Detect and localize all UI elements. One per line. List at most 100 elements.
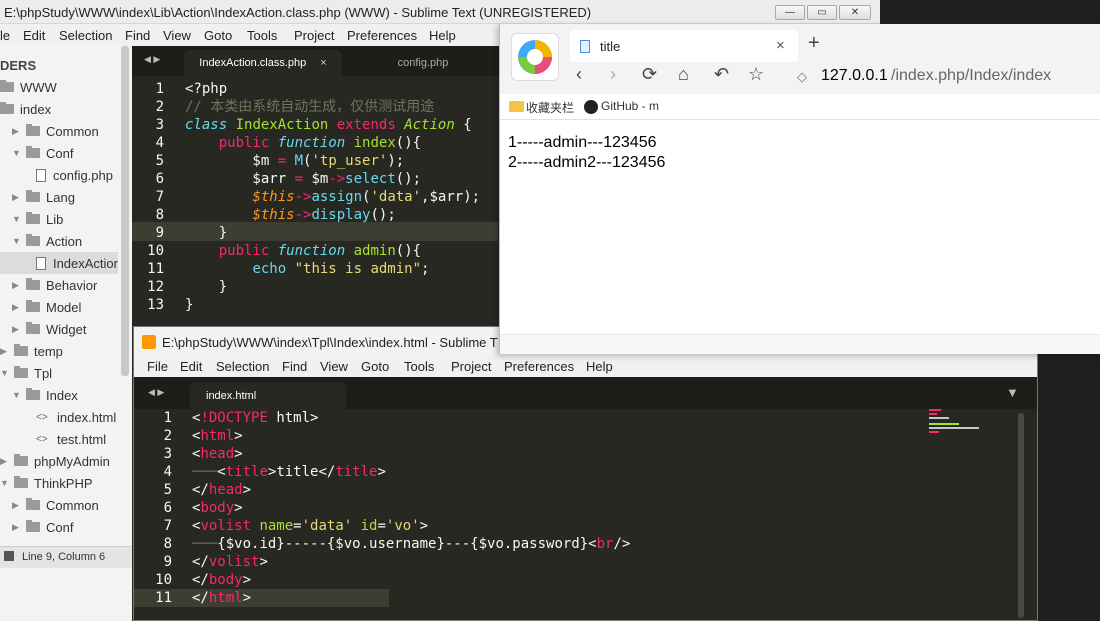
- chevron-right-icon: ▶: [12, 279, 19, 290]
- menu-project[interactable]: Project: [294, 28, 334, 43]
- forward-icon[interactable]: ›: [610, 64, 616, 85]
- minimap[interactable]: [929, 409, 984, 439]
- favorite-star-icon[interactable]: ☆: [748, 64, 764, 85]
- menu-tools[interactable]: Tools: [247, 28, 277, 43]
- chevron-down-icon: ▼: [0, 478, 9, 488]
- chevron-right-icon: ▶: [12, 125, 19, 136]
- php-code[interactable]: <?php // 本类由系统自动生成，仅供测试用途 class IndexAct…: [185, 80, 498, 320]
- folder-icon: [26, 498, 40, 510]
- tree-www[interactable]: WWW: [0, 76, 57, 98]
- tree-thinkphp[interactable]: ▼ ThinkPHP: [0, 472, 93, 494]
- tree-model[interactable]: ▶ Model: [12, 296, 81, 318]
- code-line: <!DOCTYPE html>: [192, 410, 319, 426]
- tree-tpl-index[interactable]: ▼ Index: [12, 384, 78, 406]
- menu-file[interactable]: le: [0, 28, 10, 43]
- tree-common[interactable]: ▶ Common: [12, 120, 99, 142]
- code-line: $this->display();: [252, 207, 396, 223]
- tree-indexaction[interactable]: IndexActior: [0, 252, 118, 274]
- url-path: /index.php/Index/index: [891, 67, 1052, 84]
- chevron-right-icon: ▶: [0, 455, 7, 466]
- menu-project[interactable]: Project: [451, 359, 491, 374]
- menu-help[interactable]: Help: [586, 359, 613, 374]
- tree-lib[interactable]: ▼ Lib: [12, 208, 63, 230]
- tab-indexaction[interactable]: IndexAction.class.php ×: [184, 50, 342, 76]
- tree-conf[interactable]: ▼ Conf: [12, 142, 73, 164]
- tree-tpl[interactable]: ▼ Tpl: [0, 362, 52, 384]
- menu-file[interactable]: File: [147, 359, 168, 374]
- folder-icon: [26, 300, 40, 312]
- refresh-icon[interactable]: ⟳: [642, 64, 657, 85]
- minimize-button[interactable]: —: [775, 5, 805, 20]
- result-row: 1-----admin---123456: [508, 134, 657, 151]
- folder-icon: [26, 388, 40, 400]
- menu-preferences[interactable]: Preferences: [504, 359, 574, 374]
- browser-tab[interactable]: title ×: [570, 30, 798, 62]
- undo-icon[interactable]: ↶: [714, 64, 729, 85]
- bookmarks-bar: 收藏夹栏 GitHub - m: [500, 94, 1100, 120]
- menu-goto[interactable]: Goto: [204, 28, 232, 43]
- menu-goto[interactable]: Goto: [361, 359, 389, 374]
- tree-temp[interactable]: ▶ temp: [0, 340, 63, 362]
- code-line: ───{$vo.id}-----{$vo.username}---{$vo.pa…: [192, 536, 631, 552]
- code-line: public function index(){: [218, 135, 422, 151]
- menu-find[interactable]: Find: [282, 359, 307, 374]
- html-code[interactable]: <!DOCTYPE html> <html> <head> ───<title>…: [192, 409, 932, 609]
- tab-config[interactable]: config.php: [348, 50, 498, 76]
- tab-close-icon[interactable]: ×: [776, 37, 785, 54]
- panel-toggle-icon[interactable]: [4, 551, 14, 561]
- tab-nav-arrows-icon[interactable]: ◀ ▶: [148, 387, 164, 398]
- tree-thinkphp-conf[interactable]: ▶ Conf: [12, 516, 73, 538]
- window-title: E:\phpStudy\WWW\index\Tpl\Index\index.ht…: [162, 335, 498, 350]
- menu-find[interactable]: Find: [125, 28, 150, 43]
- menu-selection[interactable]: Selection: [216, 359, 269, 374]
- code-line: // 本类由系统自动生成，仅供测试用途: [185, 99, 435, 115]
- menu-tools[interactable]: Tools: [404, 359, 434, 374]
- chevron-down-icon: ▼: [0, 368, 9, 378]
- sublime-logo-icon: [142, 335, 156, 349]
- back-icon[interactable]: ‹: [576, 64, 582, 85]
- tree-config-php[interactable]: config.php: [36, 164, 113, 186]
- menu-view[interactable]: View: [320, 359, 348, 374]
- tree-index-html[interactable]: <> index.html: [36, 406, 116, 428]
- code-line: <head>: [192, 446, 243, 462]
- close-button[interactable]: ✕: [839, 5, 871, 20]
- menu-edit[interactable]: Edit: [180, 359, 202, 374]
- tab-nav-arrows-icon[interactable]: ◀ ▶: [144, 54, 160, 65]
- tab-index-html[interactable]: index.html: [190, 382, 346, 409]
- tab-close-icon[interactable]: ×: [320, 57, 326, 69]
- chevron-right-icon: ▶: [12, 301, 19, 312]
- code-line: echo "this is admin";: [252, 261, 430, 277]
- folder-icon: [26, 278, 40, 290]
- address-bar[interactable]: ◇ 127.0.0.1 /index.php/Index/index: [785, 64, 1100, 90]
- tree-thinkphp-common[interactable]: ▶ Common: [12, 494, 99, 516]
- tree-action[interactable]: ▼ Action: [12, 230, 82, 252]
- menu-view[interactable]: View: [163, 28, 191, 43]
- title-bar: E:\phpStudy\WWW\index\Lib\Action\IndexAc…: [0, 0, 880, 24]
- tree-test-html[interactable]: <> test.html: [36, 428, 106, 450]
- tree-lang[interactable]: ▶ Lang: [12, 186, 75, 208]
- tree-widget[interactable]: ▶ Widget: [12, 318, 86, 340]
- vertical-scrollbar[interactable]: [1018, 413, 1024, 618]
- folder-icon: [14, 366, 28, 378]
- menu-help[interactable]: Help: [429, 28, 456, 43]
- chevron-down-icon: ▼: [12, 214, 21, 224]
- tree-index[interactable]: index: [0, 98, 51, 120]
- sidebar-scrollbar[interactable]: [121, 46, 129, 376]
- code-line: <volist name='data' id='vo'>: [192, 518, 429, 534]
- code-line: }: [185, 225, 228, 241]
- home-icon[interactable]: ⌂: [678, 64, 689, 85]
- maximize-button[interactable]: ▭: [807, 5, 837, 20]
- chevron-right-icon: ▶: [12, 323, 19, 334]
- tree-phpmyadmin[interactable]: ▶ phpMyAdmin: [0, 450, 110, 472]
- bookmark-favorites[interactable]: 收藏夹栏: [526, 99, 574, 116]
- menu-preferences[interactable]: Preferences: [347, 28, 417, 43]
- folder-icon: [26, 146, 40, 158]
- bookmark-github[interactable]: GitHub - m: [601, 99, 659, 113]
- tab-dropdown-icon[interactable]: ▼: [1006, 385, 1019, 400]
- new-tab-button[interactable]: +: [808, 32, 820, 55]
- tree-behavior[interactable]: ▶ Behavior: [12, 274, 97, 296]
- folder-icon: [14, 344, 28, 356]
- chevron-right-icon: ▶: [12, 191, 19, 202]
- menu-selection[interactable]: Selection: [59, 28, 112, 43]
- menu-edit[interactable]: Edit: [23, 28, 45, 43]
